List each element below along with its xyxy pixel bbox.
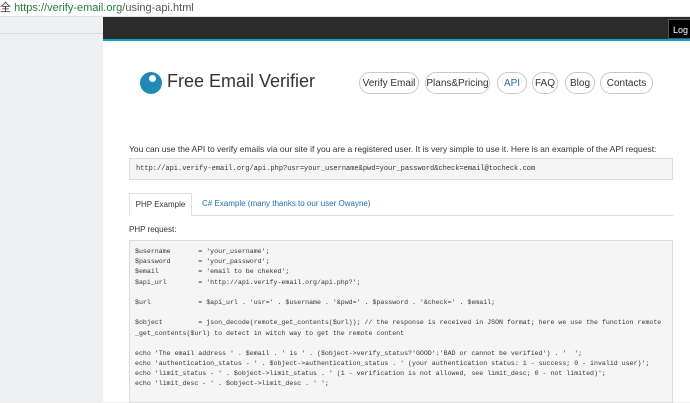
brand-title[interactable]: Free Email Verifier: [167, 71, 315, 92]
php-request-label: PHP request:: [129, 225, 177, 234]
tab-php-example[interactable]: PHP Example: [129, 193, 192, 216]
site-top-bar: Log in: [103, 17, 690, 41]
code-line: $url = $api_url . 'usr=' . $username . '…: [135, 298, 496, 306]
nav-contacts[interactable]: Contacts: [600, 72, 653, 94]
intro-text: You can use the API to verify emails via…: [129, 144, 657, 154]
code-line: $email = 'email to be cheked';: [135, 268, 290, 276]
example-tabs: PHP Example C# Example (many thanks to o…: [129, 193, 673, 216]
code-line: $object = json_decode(remote_get_content…: [135, 319, 662, 327]
nav-plans-pricing[interactable]: Plans&Pricing: [425, 72, 490, 94]
php-code-block: $username = 'your_username'; $password =…: [129, 240, 673, 403]
page-content: Free Email Verifier Verify Email Plans&P…: [103, 41, 690, 403]
nav-faq[interactable]: FAQ: [532, 72, 558, 94]
code-line: $api_url = 'http://api.verify-email.org/…: [135, 278, 361, 286]
tab-csharp-example[interactable]: C# Example (many thanks to our user Oway…: [202, 193, 371, 215]
code-line: echo 'The email address ' . $email . ' i…: [135, 349, 583, 357]
url-host: https://verify-email.org: [14, 2, 123, 14]
side-panel-divider: [0, 33, 103, 34]
nav-verify-email[interactable]: Verify Email: [359, 72, 419, 94]
code-line: $username = 'your_username';: [135, 248, 270, 255]
code-line: echo 'limit_status - ' . $object->limit_…: [135, 370, 606, 378]
security-label: 全: [0, 2, 11, 14]
code-line: $password = 'your_password';: [135, 258, 270, 266]
logo-icon: [140, 72, 162, 94]
nav-blog[interactable]: Blog: [565, 72, 595, 94]
nav-api[interactable]: API: [497, 72, 527, 94]
url-path: /using-api.html: [122, 2, 194, 14]
side-panel: [0, 17, 103, 402]
api-request-url: http://api.verify-email.org/api.php?usr=…: [129, 158, 673, 180]
login-button[interactable]: Log in: [668, 19, 690, 39]
code-line: _get_contents($url) to detect in witch w…: [135, 329, 405, 337]
code-line: echo 'authentication_status - ' . $objec…: [135, 360, 650, 368]
browser-address-bar[interactable]: 全 https://verify-email.org/using-api.htm…: [0, 0, 690, 17]
code-line: echo 'limit_desc - ' . $object->limit_de…: [135, 380, 329, 388]
